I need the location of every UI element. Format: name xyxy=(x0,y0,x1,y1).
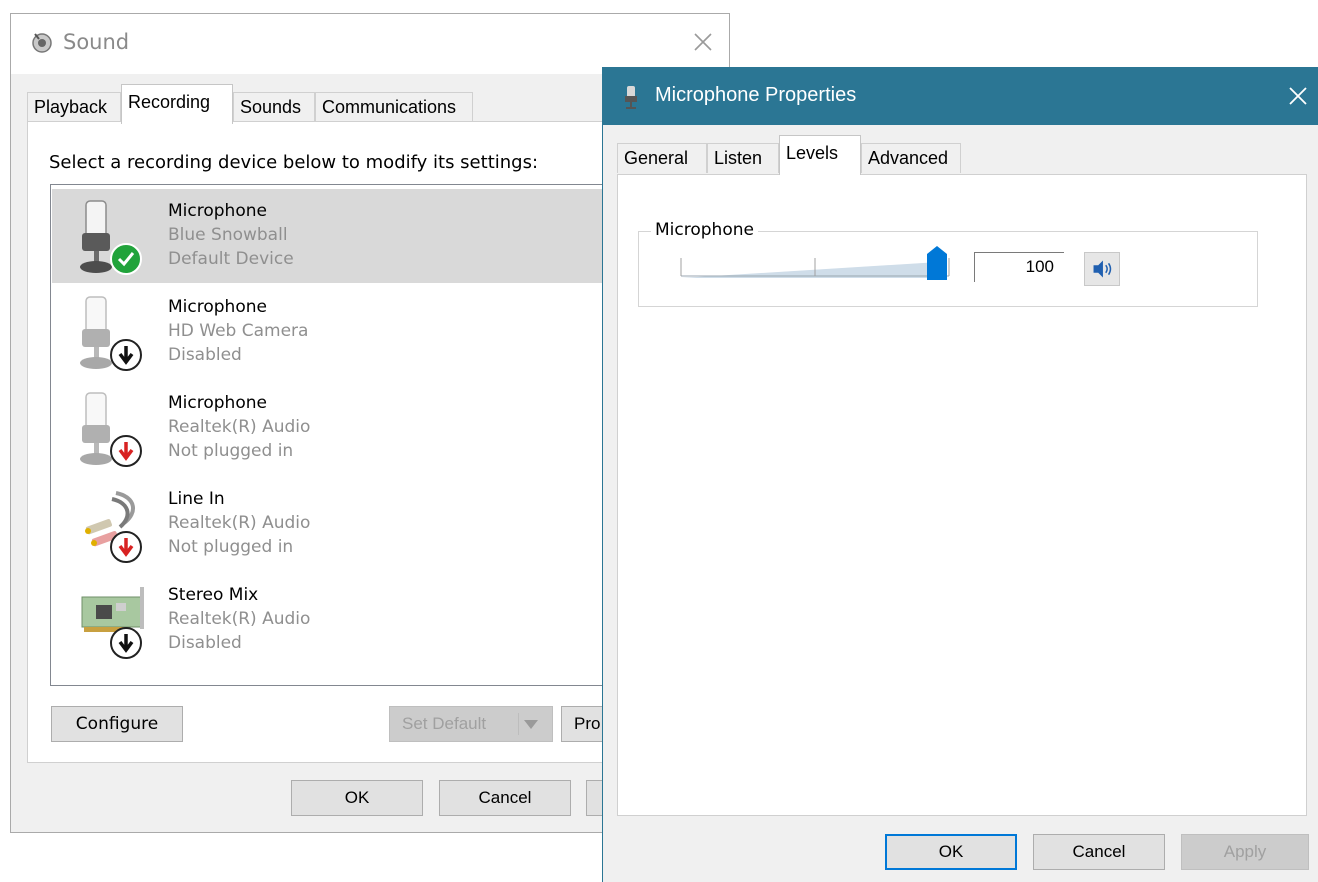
tab-communications[interactable]: Communications xyxy=(315,92,473,122)
sound-cancel-button[interactable]: Cancel xyxy=(439,780,571,816)
device-name: Microphone xyxy=(168,297,267,317)
microphone-level-group: Microphone 100 xyxy=(638,220,1258,307)
device-sub: Realtek(R) Audio xyxy=(168,609,311,629)
device-sub: Blue Snowball xyxy=(168,225,288,245)
tab-levels[interactable]: Levels xyxy=(779,135,861,175)
device-sub: Realtek(R) Audio xyxy=(168,513,311,533)
mic-ok-button[interactable]: OK xyxy=(885,834,1017,870)
mic-apply-button[interactable]: Apply xyxy=(1181,834,1309,870)
mic-titlebar: Microphone Properties xyxy=(603,67,1318,125)
levels-panel: Microphone 100 xyxy=(617,174,1307,816)
instruction-text: Select a recording device below to modif… xyxy=(49,152,539,173)
close-icon[interactable] xyxy=(1287,85,1309,107)
device-status: Default Device xyxy=(168,249,294,269)
sound-titlebar: Sound xyxy=(11,14,729,74)
tab-playback[interactable]: Playback xyxy=(27,92,121,122)
device-status: Disabled xyxy=(168,633,242,653)
tab-recording[interactable]: Recording xyxy=(121,84,233,124)
tab-advanced[interactable]: Advanced xyxy=(861,143,961,173)
device-name: Line In xyxy=(168,489,225,509)
device-name: Microphone xyxy=(168,393,267,413)
microphone-properties-dialog: Microphone Properties General Listen Lev… xyxy=(602,67,1318,882)
tab-general[interactable]: General xyxy=(617,143,707,173)
mute-toggle-button[interactable] xyxy=(1084,252,1120,286)
microphone-icon xyxy=(625,86,637,109)
mic-cancel-button[interactable]: Cancel xyxy=(1033,834,1165,870)
tab-sounds[interactable]: Sounds xyxy=(233,92,315,122)
split-divider xyxy=(518,713,519,735)
sound-window-title: Sound xyxy=(63,30,130,54)
speaker-volume-icon xyxy=(1093,260,1112,278)
device-status: Not plugged in xyxy=(168,441,294,461)
speaker-icon xyxy=(32,33,52,53)
set-default-button[interactable]: Set Default xyxy=(389,706,553,742)
rca-cable-icon xyxy=(85,491,142,563)
set-default-label: Set Default xyxy=(402,714,487,733)
mic-window-title: Microphone Properties xyxy=(655,84,857,106)
microphone-icon xyxy=(80,392,142,467)
level-slider[interactable] xyxy=(679,246,951,280)
tab-listen[interactable]: Listen xyxy=(707,143,779,173)
slider-thumb[interactable] xyxy=(927,246,947,280)
configure-button[interactable]: Configure xyxy=(51,706,183,742)
device-status: Disabled xyxy=(168,345,242,365)
sound-ok-button[interactable]: OK xyxy=(291,780,423,816)
close-icon[interactable] xyxy=(691,30,715,54)
microphone-icon xyxy=(80,200,142,275)
green-check-icon xyxy=(110,243,142,275)
device-sub: HD Web Camera xyxy=(168,321,309,341)
microphone-icon xyxy=(80,296,142,371)
device-status: Not plugged in xyxy=(168,537,294,557)
device-name: Microphone xyxy=(168,201,267,221)
chevron-down-icon[interactable] xyxy=(524,720,538,729)
group-label: Microphone xyxy=(651,220,758,240)
sound-card-icon xyxy=(81,587,144,659)
level-value-field[interactable]: 100 xyxy=(974,252,1064,282)
device-name: Stereo Mix xyxy=(168,585,259,605)
device-sub: Realtek(R) Audio xyxy=(168,417,311,437)
